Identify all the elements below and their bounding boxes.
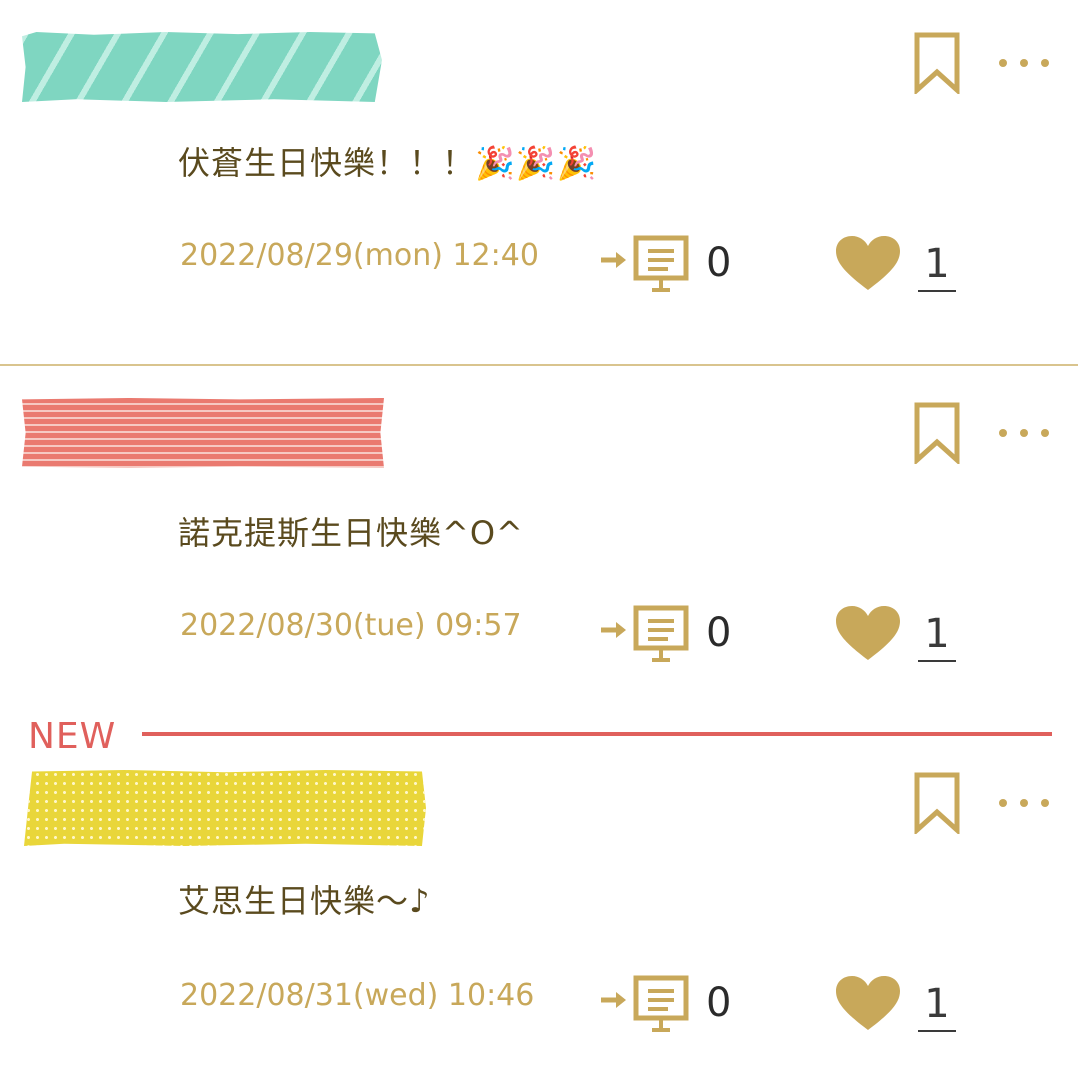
heart-icon[interactable] <box>834 234 902 292</box>
reply-icon[interactable] <box>598 604 692 664</box>
like-count[interactable]: 1 <box>918 238 956 292</box>
reply-count: 0 <box>706 610 732 656</box>
more-icon[interactable] <box>996 426 1052 440</box>
post-timestamp: 2022/08/29(mon) 12:40 <box>180 238 539 273</box>
reply-icon[interactable] <box>598 974 692 1034</box>
bookmark-icon[interactable] <box>912 402 962 464</box>
new-marker-line <box>142 732 1052 736</box>
post-message: 伏蒼生日快樂！！！🎉🎉🎉 <box>178 144 598 182</box>
post-message: 艾思生日快樂～♪ <box>178 882 431 920</box>
bookmark-icon[interactable] <box>912 772 962 834</box>
redacted-username-tape <box>24 770 426 846</box>
post-timestamp: 2022/08/31(wed) 10:46 <box>180 978 535 1013</box>
heart-icon[interactable] <box>834 604 902 662</box>
new-marker-label: NEW <box>28 716 117 757</box>
post-divider <box>0 364 1078 366</box>
post-timestamp: 2022/08/30(tue) 09:57 <box>180 608 522 643</box>
bookmark-icon[interactable] <box>912 32 962 94</box>
more-icon[interactable] <box>996 796 1052 810</box>
reply-count: 0 <box>706 240 732 286</box>
reply-count: 0 <box>706 980 732 1026</box>
like-count[interactable]: 1 <box>918 978 956 1032</box>
post-message: 諾克提斯生日快樂^O^ <box>178 514 524 552</box>
reply-icon[interactable] <box>598 234 692 294</box>
redacted-username-tape <box>22 398 384 468</box>
more-icon[interactable] <box>996 56 1052 70</box>
heart-icon[interactable] <box>834 974 902 1032</box>
like-count[interactable]: 1 <box>918 608 956 662</box>
redacted-username-tape <box>22 32 382 102</box>
